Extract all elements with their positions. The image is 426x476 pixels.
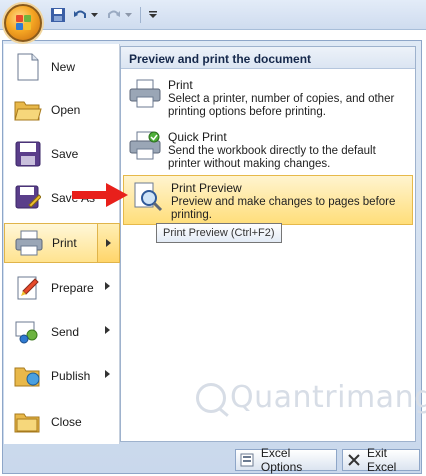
quick-access-toolbar [0, 0, 426, 30]
customize-toolbar-icon[interactable] [148, 6, 158, 24]
submenu-arrow-icon [105, 370, 110, 378]
menu-item-prepare[interactable]: Prepare [4, 268, 120, 308]
watermark-logo [196, 382, 226, 413]
menu-label-prepare: Prepare [51, 281, 94, 295]
menu-label-new: New [51, 60, 76, 74]
menu-item-close[interactable]: Close [4, 402, 120, 442]
exit-excel-label: Exit Excel [366, 446, 397, 474]
excel-options-label: Excel Options [260, 446, 303, 474]
submenu-arrow-icon [105, 326, 110, 334]
option-title-print-preview: Print Preview [171, 181, 242, 195]
undo-dropdown-icon[interactable] [90, 6, 98, 24]
submenu-arrow-icon [105, 282, 110, 290]
quick-print-icon [129, 131, 161, 163]
red-pointer-arrow [72, 183, 128, 210]
close-icon [347, 452, 361, 468]
option-title-print: Print [168, 78, 193, 92]
option-desc-quick-print: Send the workbook directly to the defaul… [168, 145, 376, 170]
save-icon[interactable] [50, 6, 66, 24]
save-as-icon [14, 184, 42, 212]
options-icon [240, 452, 255, 468]
menu-label-open: Open [51, 103, 81, 117]
office-button[interactable] [4, 4, 42, 42]
option-desc-print: Select a printer, number of copies, and … [168, 93, 395, 118]
close-folder-icon [14, 408, 42, 436]
save-disk-icon [14, 140, 42, 168]
menu-item-print[interactable]: Print [4, 223, 120, 263]
menu-label-print: Print [52, 236, 77, 250]
publish-icon [14, 362, 42, 390]
prepare-icon [14, 274, 42, 302]
submenu-arrow-icon [106, 239, 111, 247]
office-logo-icon [16, 15, 32, 31]
excel-options-button[interactable]: Excel Options [235, 446, 337, 474]
menu-label-send: Send [51, 325, 80, 339]
menu-item-save[interactable]: Save [4, 134, 120, 174]
option-print[interactable]: Print Select a printer, number of copies… [121, 73, 415, 123]
menu-label-publish: Publish [51, 369, 91, 383]
option-quick-print[interactable]: Quick Print Send the workbook directly t… [121, 125, 415, 175]
watermark-text: Quantrimang [230, 380, 426, 415]
exit-excel-button[interactable]: Exit Excel [342, 446, 420, 474]
menu-label-close: Close [51, 415, 82, 429]
open-folder-icon [14, 96, 42, 124]
option-print-preview[interactable]: Print Preview Preview and make changes t… [123, 175, 413, 225]
panel-header: Preview and print the document [121, 47, 415, 69]
menu-item-open[interactable]: Open [4, 90, 120, 130]
option-desc-print-preview: Preview and make changes to pages before… [171, 196, 396, 221]
tooltip-print-preview: Print Preview (Ctrl+F2) [156, 223, 282, 243]
redo-dropdown-icon[interactable] [124, 6, 132, 24]
menu-item-send[interactable]: Send [4, 312, 120, 352]
watermark: Quantrimang [196, 380, 426, 415]
print-preview-magnifier-icon [132, 182, 164, 214]
menu-item-new[interactable]: New [4, 47, 120, 87]
printer-icon [15, 229, 43, 257]
redo-icon[interactable] [106, 6, 122, 24]
new-document-icon [14, 53, 42, 81]
printer-icon [129, 79, 161, 111]
option-title-quick-print: Quick Print [168, 130, 227, 144]
menu-label-save: Save [51, 147, 79, 161]
undo-icon[interactable] [72, 6, 88, 24]
send-icon [14, 318, 42, 346]
toolbar-separator [140, 7, 141, 23]
menu-item-publish[interactable]: Publish [4, 356, 120, 396]
